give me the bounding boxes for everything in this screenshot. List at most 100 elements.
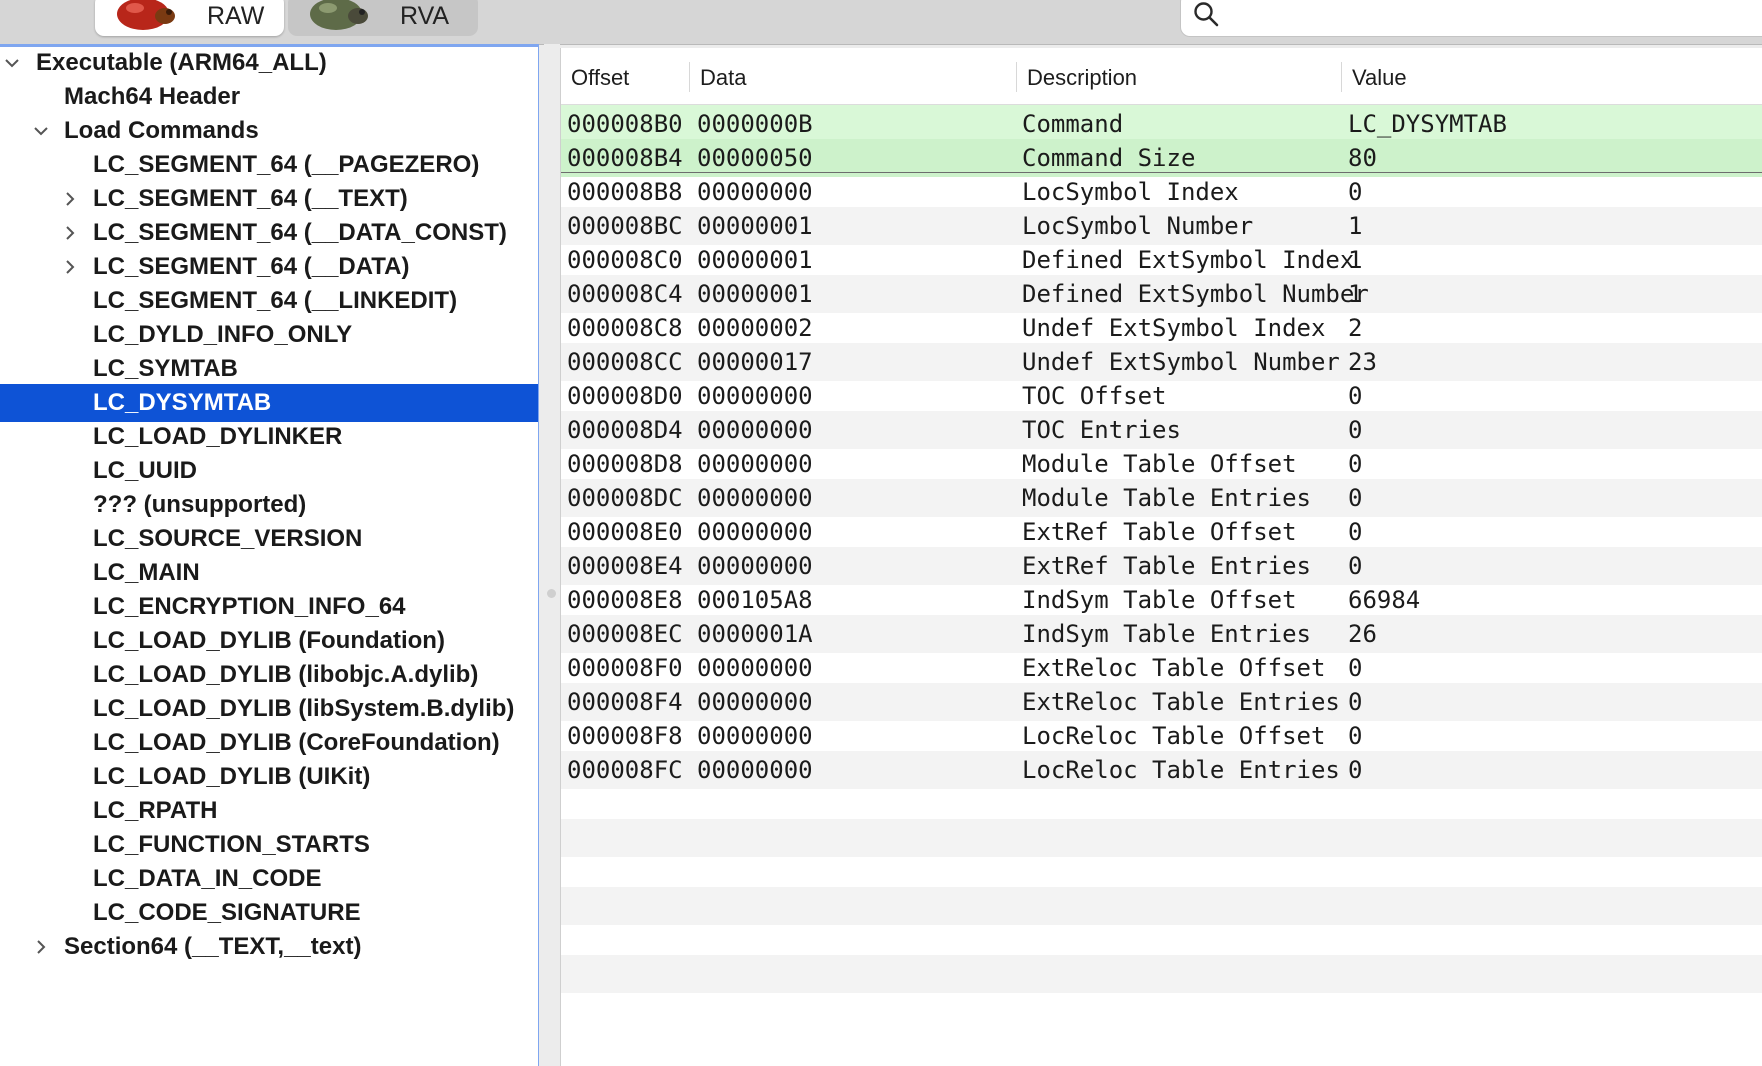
cell-value: 26 [1348, 620, 1377, 648]
cell-description: Module Table Offset [1022, 450, 1297, 478]
tree-item[interactable]: LC_UUID [0, 452, 538, 490]
cell-data: 0000001A [697, 620, 813, 648]
cell-value: 1 [1348, 212, 1363, 240]
details-table[interactable]: Offset Data Description Value 000008B0 00… [560, 48, 1762, 1066]
column-divider[interactable] [689, 62, 690, 92]
divider-handle-icon[interactable] [547, 589, 556, 598]
cell-data: 00000000 [697, 688, 813, 716]
table-row[interactable]: 000008EC 0000001A IndSym Table Entries 26 [561, 615, 1762, 653]
column-divider[interactable] [1341, 62, 1342, 92]
table-row[interactable]: 000008C4 00000001 Defined ExtSymbol Number… [561, 275, 1762, 313]
cell-description: LocSymbol Index [1022, 178, 1239, 206]
cell-data: 00000000 [697, 416, 813, 444]
chevron-down-icon[interactable] [33, 123, 49, 139]
tree-item[interactable]: Mach64 Header [0, 78, 538, 116]
tree-item[interactable]: LC_LOAD_DYLIB (UIKit) [0, 758, 538, 796]
tree-item[interactable]: LC_SEGMENT_64 (__DATA) [0, 248, 538, 286]
tree-item-label: LC_DYSYMTAB [93, 389, 272, 416]
table-row[interactable]: 000008F4 00000000 ExtReloc Table Entries 0 [561, 683, 1762, 721]
table-row[interactable]: 000008D4 00000000 TOC Entries 0 [561, 411, 1762, 449]
tree-item-label: LC_DYLD_INFO_ONLY [93, 321, 353, 348]
tree-item[interactable]: LC_CODE_SIGNATURE [0, 894, 538, 932]
tree-item[interactable]: LC_SYMTAB [0, 350, 538, 388]
tree-item[interactable]: LC_DYLD_INFO_ONLY [0, 316, 538, 354]
tree-item[interactable]: LC_RPATH [0, 792, 538, 830]
empty-row [561, 921, 1762, 959]
column-header-data[interactable]: Data [700, 48, 746, 104]
tree-item-label: LC_LOAD_DYLIB (libobjc.A.dylib) [93, 661, 479, 688]
table-row[interactable]: 000008B0 0000000B Command LC_DYSYMTAB [561, 105, 1762, 143]
tree-item[interactable]: LC_DATA_IN_CODE [0, 860, 538, 898]
cell-value: 2 [1348, 314, 1363, 342]
rva-mode-icon [310, 0, 368, 30]
table-row[interactable]: 000008FC 00000000 LocReloc Table Entries 0 [561, 751, 1762, 789]
cell-description: TOC Offset [1022, 382, 1167, 410]
table-row[interactable]: 000008CC 00000017 Undef ExtSymbol Number 23 [561, 343, 1762, 381]
tree-item[interactable]: LC_SEGMENT_64 (__LINKEDIT) [0, 282, 538, 320]
load-commands-tree[interactable]: Executable (ARM64_ALL) Mach64 Header Load … [0, 44, 539, 1066]
table-row[interactable]: 000008E8 000105A8 IndSym Table Offset 66984 [561, 581, 1762, 619]
table-row[interactable]: 000008D0 00000000 TOC Offset 0 [561, 377, 1762, 415]
tree-item[interactable]: Section64 (__TEXT,__text) [0, 928, 538, 966]
cell-data: 00000001 [697, 280, 813, 308]
chevron-right-icon[interactable] [33, 939, 49, 955]
column-divider[interactable] [1016, 62, 1017, 92]
chevron-right-icon[interactable] [62, 225, 78, 241]
tree-item-label: LC_SYMTAB [93, 355, 238, 382]
column-header-description[interactable]: Description [1027, 48, 1137, 104]
table-row[interactable]: 000008D8 00000000 Module Table Offset 0 [561, 445, 1762, 483]
cell-data: 00000001 [697, 212, 813, 240]
cell-value: LC_DYSYMTAB [1348, 110, 1507, 138]
cell-offset: 000008BC [567, 212, 683, 240]
column-header-offset[interactable]: Offset [571, 48, 629, 104]
cell-value: 0 [1348, 688, 1363, 716]
tree-item[interactable]: LC_LOAD_DYLIB (Foundation) [0, 622, 538, 660]
tree-item[interactable]: Load Commands [0, 112, 538, 150]
chevron-right-icon[interactable] [62, 259, 78, 275]
cell-description: Defined ExtSymbol Number [1022, 280, 1369, 308]
table-row[interactable]: 000008F8 00000000 LocReloc Table Offset 0 [561, 717, 1762, 755]
cell-value: 66984 [1348, 586, 1421, 614]
tree-item[interactable]: Executable (ARM64_ALL) [0, 44, 538, 82]
raw-mode-button[interactable]: RAW [95, 0, 284, 36]
tree-item[interactable]: LC_SEGMENT_64 (__TEXT) [0, 180, 538, 218]
cell-offset: 000008CC [567, 348, 683, 376]
cell-offset: 000008DC [567, 484, 683, 512]
table-row[interactable]: 000008E4 00000000 ExtRef Table Entries 0 [561, 547, 1762, 585]
chevron-down-icon[interactable] [4, 55, 20, 71]
table-row[interactable]: 000008C0 00000001 Defined ExtSymbol Index 1 [561, 241, 1762, 279]
cell-offset: 000008C0 [567, 246, 683, 274]
tree-item[interactable]: LC_LOAD_DYLIB (libobjc.A.dylib) [0, 656, 538, 694]
tree-item[interactable]: LC_SEGMENT_64 (__PAGEZERO) [0, 146, 538, 184]
tree-item[interactable]: LC_FUNCTION_STARTS [0, 826, 538, 864]
tree-item[interactable]: ??? (unsupported) [0, 486, 538, 524]
tree-item-label: LC_RPATH [93, 797, 218, 824]
table-row[interactable]: 000008E0 00000000 ExtRef Table Offset 0 [561, 513, 1762, 551]
cell-value: 0 [1348, 552, 1363, 580]
cell-description: Defined ExtSymbol Index [1022, 246, 1355, 274]
tree-item[interactable]: LC_MAIN [0, 554, 538, 592]
tree-item-label: LC_SEGMENT_64 (__LINKEDIT) [93, 287, 458, 314]
cell-description: Command [1022, 110, 1124, 138]
tree-item[interactable]: LC_LOAD_DYLIB (CoreFoundation) [0, 724, 538, 762]
search-field[interactable] [1180, 0, 1762, 37]
chevron-right-icon[interactable] [62, 191, 78, 207]
cell-data: 00000000 [697, 382, 813, 410]
rva-mode-button[interactable]: RVA [288, 0, 478, 36]
tree-item[interactable]: LC_LOAD_DYLINKER [0, 418, 538, 456]
cell-offset: 000008D4 [567, 416, 683, 444]
column-header-value[interactable]: Value [1352, 48, 1407, 104]
table-row[interactable]: 000008DC 00000000 Module Table Entries 0 [561, 479, 1762, 517]
tree-item[interactable]: LC_DYSYMTAB [0, 384, 538, 422]
tree-item[interactable]: LC_LOAD_DYLIB (libSystem.B.dylib) [0, 690, 538, 728]
table-row[interactable]: 000008F0 00000000 ExtReloc Table Offset 0 [561, 649, 1762, 687]
cell-data: 00000017 [697, 348, 813, 376]
tree-item[interactable]: LC_SOURCE_VERSION [0, 520, 538, 558]
table-row[interactable]: 000008C8 00000002 Undef ExtSymbol Index 2 [561, 309, 1762, 347]
tree-item[interactable]: LC_SEGMENT_64 (__DATA_CONST) [0, 214, 538, 252]
table-row[interactable]: 000008B8 00000000 LocSymbol Index 0 [561, 173, 1762, 211]
tree-focus-ring-edge [538, 44, 539, 1066]
tree-item[interactable]: LC_ENCRYPTION_INFO_64 [0, 588, 538, 626]
table-row[interactable]: 000008BC 00000001 LocSymbol Number 1 [561, 207, 1762, 245]
split-view-divider[interactable] [544, 44, 560, 1066]
